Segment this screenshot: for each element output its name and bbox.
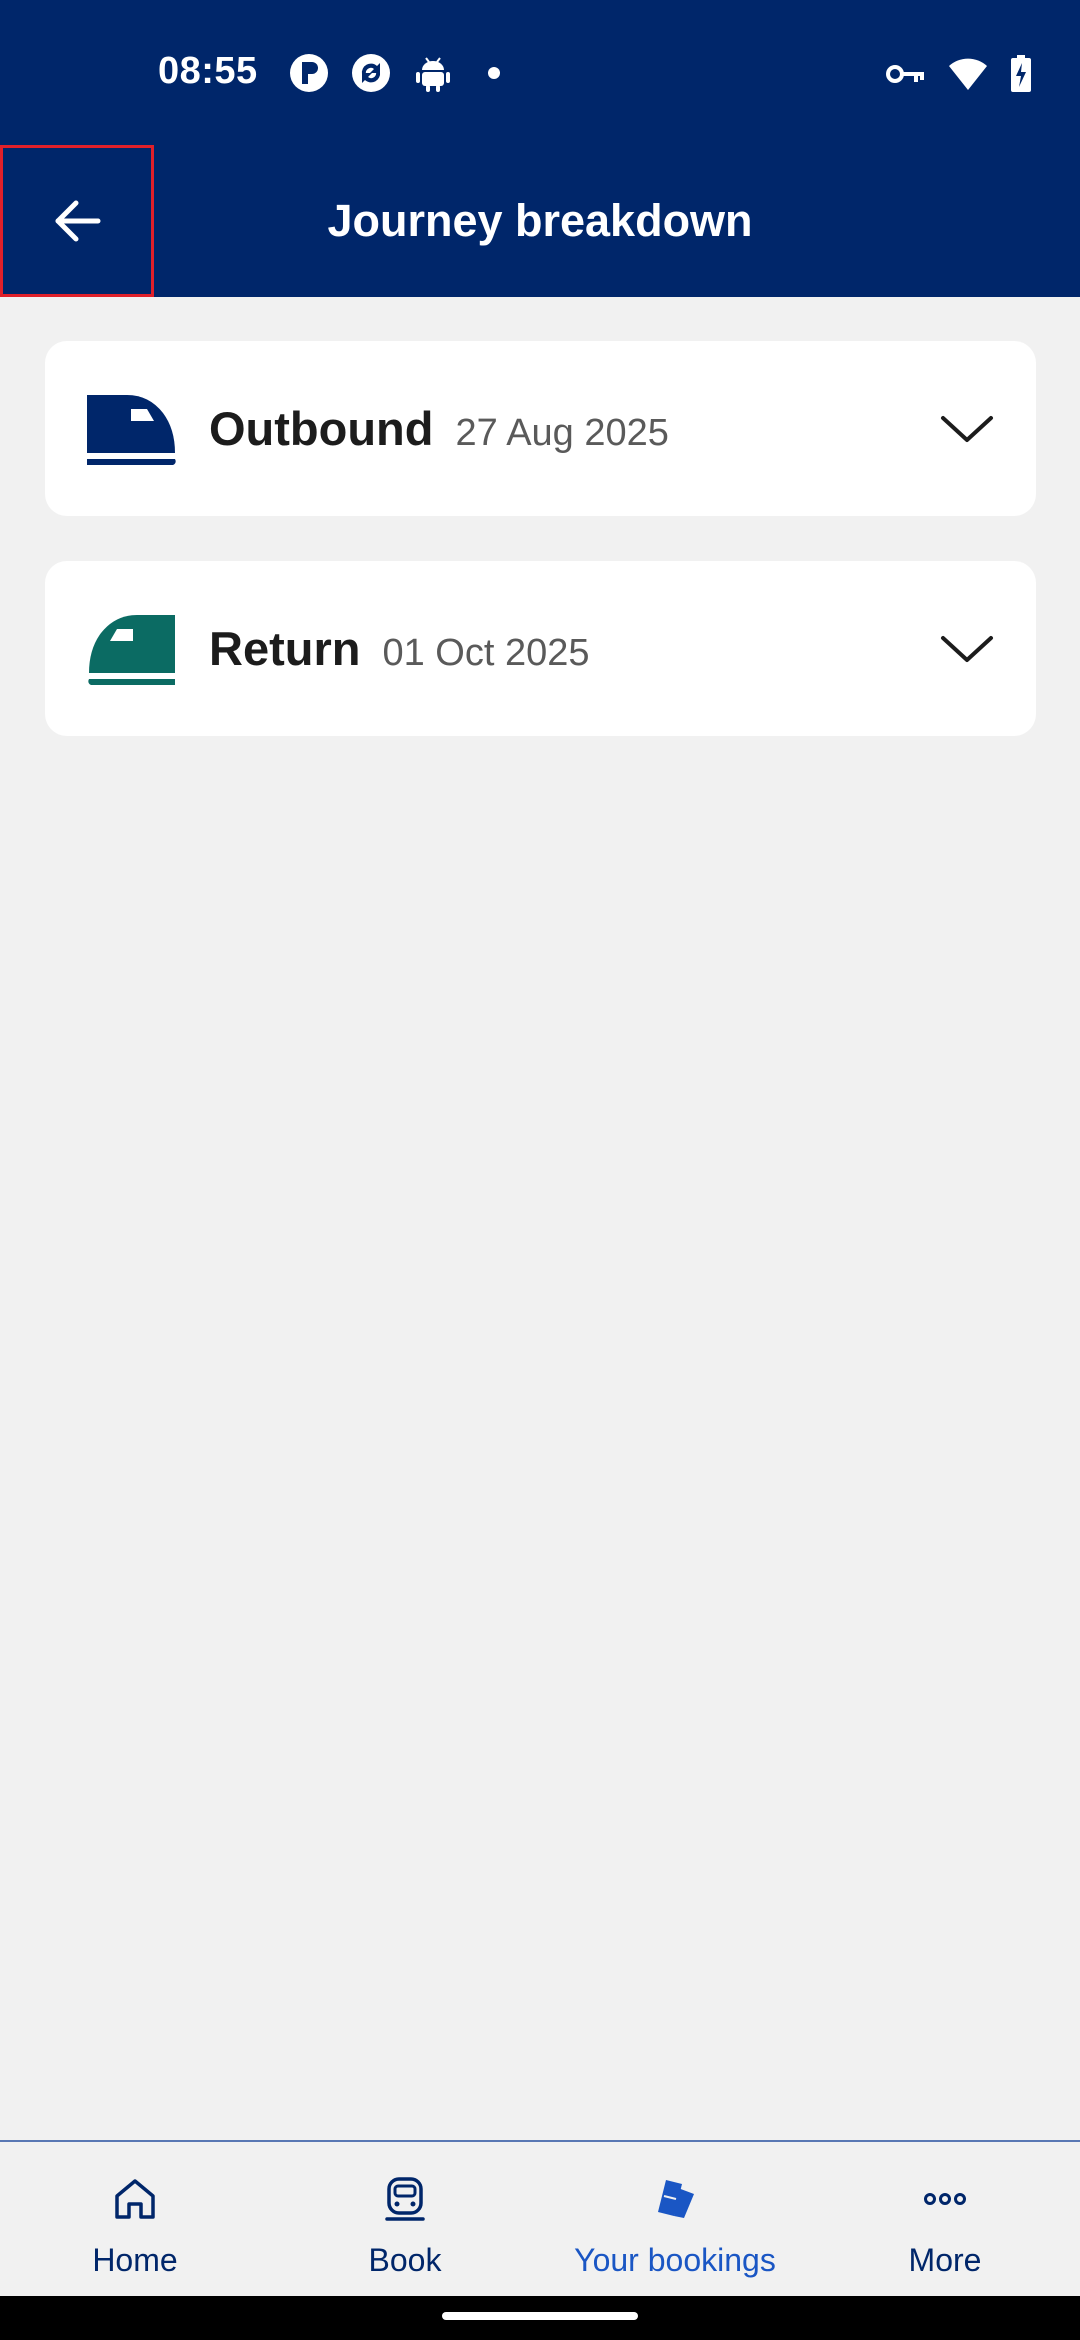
return-journey-card[interactable]: Return 01 Oct 2025 [45,561,1036,736]
app-p-icon [290,54,328,92]
vpn-key-icon [886,65,924,83]
more-dots-icon [924,2193,966,2205]
status-right-icons [886,55,1032,93]
journey-heading: Return 01 Oct 2025 [209,621,590,676]
arrow-left-icon [55,200,101,242]
journey-date: 01 Oct 2025 [382,632,590,674]
journey-date: 27 Aug 2025 [455,412,669,454]
status-time: 08:55 [158,50,258,92]
tickets-icon [658,2180,694,2218]
nav-label: Home [92,2242,178,2278]
gesture-navigation-bar [0,2296,1080,2340]
app-bar: Journey breakdown [0,145,1080,297]
bottom-navigation: Home Book Your bookings More [0,2140,1080,2296]
back-button[interactable] [0,145,154,297]
screen: 08:55 Journey breakdown Outbound 27 Aug … [0,0,1080,2340]
nav-item-more[interactable]: More [810,2142,1080,2296]
journey-label: Outbound [209,402,434,455]
status-bar: 08:55 [0,0,1080,145]
train-icon [87,394,176,465]
wifi-icon [949,58,987,90]
nav-label: More [908,2242,982,2278]
home-icon [115,2179,155,2219]
nav-item-book[interactable]: Book [270,2142,540,2296]
chevron-down-icon [941,635,993,662]
train-icon [88,614,175,685]
sync-app-icon [352,54,390,92]
outbound-journey-card[interactable]: Outbound 27 Aug 2025 [45,341,1036,516]
nav-label: Your bookings [574,2242,776,2278]
notification-dot-icon [488,67,500,79]
train-front-icon [385,2177,425,2221]
journey-heading: Outbound 27 Aug 2025 [209,401,669,456]
battery-charging-icon [1011,55,1031,92]
journey-label: Return [209,622,361,675]
status-left-icons [288,52,500,94]
chevron-down-icon [941,415,993,442]
nav-label: Book [368,2242,442,2278]
nav-item-home[interactable]: Home [0,2142,270,2296]
android-icon [416,57,450,92]
home-gesture-handle[interactable] [442,2312,638,2320]
nav-item-your-bookings[interactable]: Your bookings [540,2142,810,2296]
header: 08:55 Journey breakdown [0,0,1080,297]
page-title: Journey breakdown [327,195,753,246]
